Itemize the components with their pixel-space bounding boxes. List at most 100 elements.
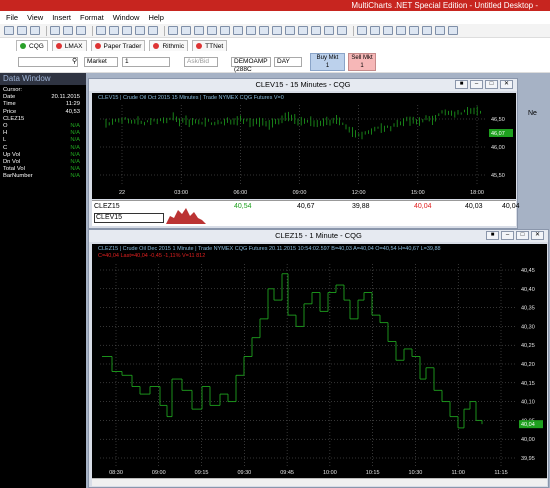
draw-icon[interactable] <box>122 26 132 35</box>
maximize-icon[interactable]: □ <box>516 231 529 240</box>
scanner-icon[interactable] <box>396 26 406 35</box>
dom-icon[interactable] <box>383 26 393 35</box>
data-window-row: Up Vol N/A <box>0 152 86 159</box>
order-icon[interactable] <box>422 26 432 35</box>
connection-label: LMAX <box>64 42 83 50</box>
data-window-title: Data Window <box>0 73 86 85</box>
quote-symbol: CLEZ15 <box>94 203 120 210</box>
line-tool-icon[interactable] <box>135 26 145 35</box>
cursor-icon[interactable] <box>148 26 158 35</box>
window-icon[interactable]: ■ <box>455 80 468 89</box>
chart-icon[interactable] <box>96 26 106 35</box>
menu-help[interactable]: Help <box>148 13 163 22</box>
arrow-icon[interactable] <box>259 26 269 35</box>
ask-bid-field[interactable]: Ask/Bid <box>184 57 218 67</box>
search-icon[interactable]: ⚲ <box>72 57 77 65</box>
buy-market-button[interactable]: Buy Mkt 1 <box>310 53 345 71</box>
last-price-label: 40,04 <box>521 422 535 428</box>
disconnected-status-icon <box>55 43 62 49</box>
print-icon[interactable] <box>50 26 60 35</box>
price-tick-label: 46,50 <box>491 117 505 123</box>
window-cascade-icon[interactable] <box>370 26 380 35</box>
time-tick-label: 06:00 <box>233 190 247 196</box>
toolbar-separator <box>164 25 165 36</box>
format-icon[interactable] <box>168 26 178 35</box>
new-icon[interactable] <box>4 26 14 35</box>
grid-icon[interactable] <box>285 26 295 35</box>
menu-format[interactable]: Format <box>80 13 104 22</box>
quote-value: 39,88 <box>352 203 370 210</box>
price-tick-label: 40,40 <box>521 287 535 293</box>
quote-value: 40,03 <box>465 203 483 210</box>
data-window-row: Dn Vol N/A <box>0 159 86 166</box>
disconnected-status-icon <box>196 43 203 49</box>
fibonacci-icon[interactable] <box>246 26 256 35</box>
maximize-icon[interactable]: □ <box>485 80 498 89</box>
data-window-row-label: Total Vol <box>3 166 25 173</box>
account-select[interactable]: DEMOAMP (288C <box>231 57 271 73</box>
alert-icon[interactable] <box>207 26 217 35</box>
save-icon[interactable] <box>30 26 40 35</box>
chart-window-clez15[interactable]: CLEZ15 - 1 Minute - CQG ■ – □ ✕ CLEZ15 | Cr… <box>88 229 549 488</box>
play-icon[interactable] <box>448 26 458 35</box>
zoom-icon[interactable] <box>109 26 119 35</box>
window-tile-icon[interactable] <box>357 26 367 35</box>
minimize-icon[interactable]: – <box>470 80 483 89</box>
portfolio-icon[interactable] <box>409 26 419 35</box>
indicator-icon[interactable] <box>181 26 191 35</box>
menu-view[interactable]: View <box>27 13 43 22</box>
trendline-icon[interactable] <box>220 26 230 35</box>
order-type-select[interactable]: Market <box>84 57 118 67</box>
replay-icon[interactable] <box>435 26 445 35</box>
filter-icon[interactable] <box>337 26 347 35</box>
close-icon[interactable]: ✕ <box>500 80 513 89</box>
minimize-icon[interactable]: – <box>501 231 514 240</box>
sell-qty: 1 <box>360 63 364 69</box>
link-icon[interactable] <box>311 26 321 35</box>
price-tick-label: 46,00 <box>491 145 505 151</box>
close-icon[interactable]: ✕ <box>531 231 544 240</box>
quote-value: 40,54 <box>234 203 252 210</box>
connection-tab-paper-trader[interactable]: Paper Trader <box>90 40 146 51</box>
data-window-row: H N/A <box>0 130 86 137</box>
data-window-row-label: Cursor: <box>3 87 23 93</box>
data-window-row: O N/A <box>0 123 86 130</box>
data-window-row-value: N/A <box>70 144 80 151</box>
connection-tab-cqg[interactable]: CQG <box>16 40 48 51</box>
connection-tab-lmax[interactable]: LMAX <box>51 40 87 51</box>
window-icon[interactable]: ■ <box>486 231 499 240</box>
connection-tab-ttnet[interactable]: TTNet <box>192 40 228 51</box>
chart-area-clev15[interactable]: CLEV15 | Crude Oil Oct 2015 15 Minutes |… <box>92 93 516 199</box>
chart-area-clez15[interactable]: CLEZ15 | Crude Oil Dec 2015 1 Minute | T… <box>92 244 547 478</box>
data-window-row: C N/A <box>0 145 86 152</box>
strategy-icon[interactable] <box>194 26 204 35</box>
data-window: Data Window Cursor: Date 20.11.2015 Time 11:… <box>0 73 86 488</box>
quantity-stepper[interactable]: 1 <box>122 57 170 67</box>
cut-icon[interactable] <box>63 26 73 35</box>
connection-tab-rithmic[interactable]: Rithmic <box>149 40 189 51</box>
menu-window[interactable]: Window <box>113 13 140 22</box>
sell-market-button[interactable]: Sell Mkt 1 <box>348 53 376 71</box>
data-window-row-value: 11:29 <box>65 101 80 108</box>
price-tick-label: 39,95 <box>521 456 535 462</box>
color-icon[interactable] <box>324 26 334 35</box>
app-title-bar: MultiCharts .NET Special Edition - Untit… <box>0 0 550 11</box>
data-window-row-label: L <box>3 137 7 144</box>
horizontal-scrollbar[interactable] <box>92 478 547 486</box>
chart-window-title: CLEZ15 - 1 Minute - CQG <box>89 230 548 242</box>
menu-file[interactable]: File <box>6 13 18 22</box>
lock-icon[interactable] <box>298 26 308 35</box>
text-tool-icon[interactable] <box>233 26 243 35</box>
menu-insert[interactable]: Insert <box>52 13 71 22</box>
duration-select[interactable]: DAY <box>274 57 302 67</box>
quote-value: 40,04 <box>414 203 432 210</box>
symbol-input[interactable] <box>18 57 78 67</box>
connection-label: Paper Trader <box>103 42 142 50</box>
ruler-icon[interactable] <box>272 26 282 35</box>
time-tick-label: 09:15 <box>195 470 209 476</box>
quote-symbol-input[interactable]: CLEV15 <box>94 213 164 223</box>
time-tick-label: 08:30 <box>109 470 123 476</box>
copy-icon[interactable] <box>76 26 86 35</box>
chart-window-clev15[interactable]: CLEV15 - 15 Minutes - CQG ■ – □ ✕ CLEV15 | … <box>88 78 520 229</box>
open-icon[interactable] <box>17 26 27 35</box>
